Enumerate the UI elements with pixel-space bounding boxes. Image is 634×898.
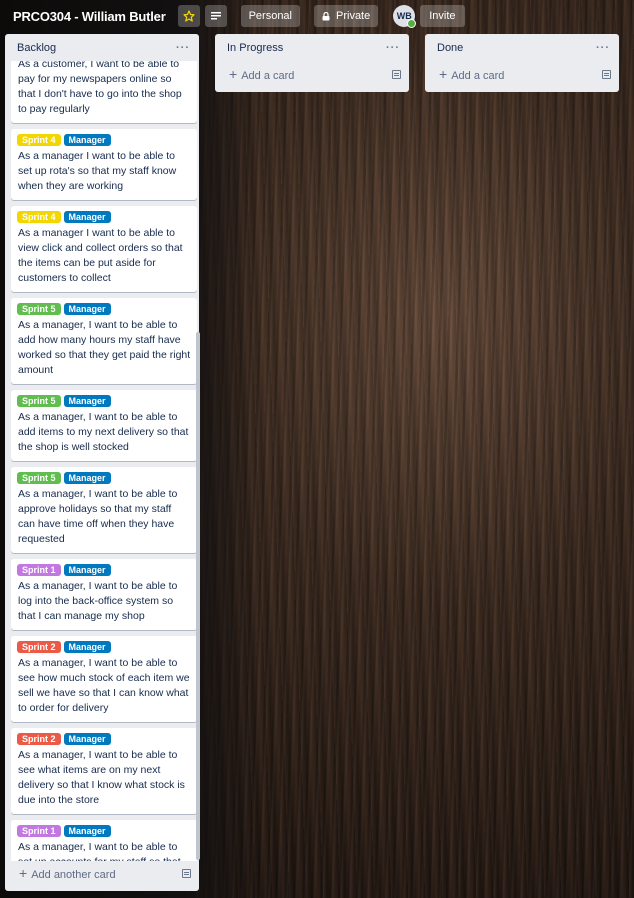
invite-button[interactable]: Invite bbox=[420, 5, 465, 27]
card-label[interactable]: Sprint 4 bbox=[17, 211, 61, 223]
add-card-button[interactable]: + Add another card bbox=[5, 860, 199, 886]
card[interactable]: Sprint 4 Manager As a manager I want to be… bbox=[11, 206, 197, 292]
card-labels: Sprint 1 Manager bbox=[17, 564, 191, 576]
card-title: As a customer, I want to be able to pay … bbox=[18, 61, 182, 115]
add-card-button[interactable]: + Add a card bbox=[215, 61, 409, 87]
card-label[interactable]: Sprint 1 bbox=[17, 564, 61, 576]
card-title: As a manager, I want to be able to see w… bbox=[18, 749, 185, 806]
list-title[interactable]: Done bbox=[437, 42, 463, 54]
card-template-icon[interactable] bbox=[182, 868, 191, 878]
card-label[interactable]: Sprint 2 bbox=[17, 641, 61, 653]
card-label[interactable]: Manager bbox=[63, 825, 111, 837]
list-header[interactable]: Backlog ··· bbox=[5, 34, 199, 61]
card[interactable]: Sprint 2 Manager As a manager, I want to b… bbox=[11, 728, 197, 814]
card-label[interactable]: Manager bbox=[63, 211, 111, 223]
list-title[interactable]: In Progress bbox=[227, 42, 283, 54]
card[interactable]: Sprint 5 Manager As a manager, I want to b… bbox=[11, 467, 197, 553]
card-label[interactable]: Sprint 5 bbox=[17, 472, 61, 484]
list-backlog: Backlog ··· As a customer, I want to be … bbox=[5, 34, 199, 891]
card-label[interactable]: Sprint 4 bbox=[17, 134, 61, 146]
list-header[interactable]: In Progress ··· bbox=[215, 34, 409, 61]
card-label[interactable]: Sprint 5 bbox=[17, 395, 61, 407]
card-title: As a manager, I want to be able to add i… bbox=[18, 411, 189, 453]
list-title[interactable]: Backlog bbox=[17, 42, 56, 54]
list-menu-icon[interactable]: ··· bbox=[386, 42, 400, 54]
card-label[interactable]: Sprint 5 bbox=[17, 303, 61, 315]
star-button[interactable] bbox=[177, 5, 200, 27]
card[interactable]: Sprint 2 Manager As a manager, I want to b… bbox=[11, 636, 197, 722]
card-template-icon[interactable] bbox=[602, 69, 611, 79]
card-labels: Sprint 5 Manager bbox=[17, 472, 191, 484]
card-label[interactable]: Sprint 2 bbox=[17, 733, 61, 745]
private-label: Private bbox=[336, 10, 371, 22]
card-title: As a manager, I want to be able to add h… bbox=[18, 319, 191, 376]
card-title: As a manager, I want to be able to see h… bbox=[18, 657, 190, 714]
board-menu-button[interactable] bbox=[204, 5, 227, 27]
card[interactable]: As a customer, I want to be able to pay … bbox=[11, 61, 197, 123]
list-menu-icon[interactable]: ··· bbox=[596, 42, 610, 54]
private-button[interactable]: Private bbox=[314, 5, 379, 27]
board-title[interactable]: PRCO304 - William Butler bbox=[13, 9, 166, 24]
card-labels: Sprint 1 Manager bbox=[17, 825, 191, 837]
card-labels: Sprint 2 Manager bbox=[17, 641, 191, 653]
card-title: As a manager, I want to be able to set u… bbox=[18, 841, 181, 861]
card-labels: Sprint 5 Manager bbox=[17, 395, 191, 407]
lock-icon bbox=[322, 11, 330, 20]
card-labels: Sprint 4 Manager bbox=[17, 134, 191, 146]
card-title: As a manager, I want to be able to log i… bbox=[18, 580, 178, 622]
card-label[interactable]: Manager bbox=[63, 134, 111, 146]
card-title: As a manager, I want to be able to appro… bbox=[18, 488, 178, 545]
add-card-label: Add a card bbox=[241, 69, 295, 82]
add-card-button[interactable]: + Add a card bbox=[425, 61, 619, 87]
card-label[interactable]: Manager bbox=[63, 733, 111, 745]
card-label[interactable]: Manager bbox=[63, 395, 111, 407]
add-card-label: Add another card bbox=[31, 868, 116, 881]
card-title: As a manager I want to be able to view c… bbox=[18, 227, 183, 284]
list-header[interactable]: Done ··· bbox=[425, 34, 619, 61]
add-card-label: Add a card bbox=[451, 69, 505, 82]
card[interactable]: Sprint 5 Manager As a manager, I want to b… bbox=[11, 298, 197, 384]
plus-icon: + bbox=[229, 65, 238, 82]
card-label[interactable]: Manager bbox=[63, 564, 111, 576]
board-header: PRCO304 - William Butler Personal Privat… bbox=[0, 0, 634, 32]
card-label[interactable]: Manager bbox=[63, 303, 111, 315]
card[interactable]: Sprint 1 Manager As a manager, I want to b… bbox=[11, 820, 197, 861]
scrollbar[interactable] bbox=[196, 332, 200, 860]
card-labels: Sprint 2 Manager bbox=[17, 733, 191, 745]
cards-container: As a customer, I want to be able to pay … bbox=[11, 61, 197, 861]
card[interactable]: Sprint 5 Manager As a manager, I want to b… bbox=[11, 390, 197, 461]
list-in-progress: In Progress ··· + Add a card bbox=[215, 34, 409, 92]
card-template-icon[interactable] bbox=[392, 69, 401, 79]
card-label[interactable]: Manager bbox=[63, 641, 111, 653]
plus-icon: + bbox=[19, 864, 28, 881]
card-labels: Sprint 5 Manager bbox=[17, 303, 191, 315]
plus-icon: + bbox=[439, 65, 448, 82]
card-label[interactable]: Manager bbox=[63, 472, 111, 484]
card-labels: Sprint 4 Manager bbox=[17, 211, 191, 223]
card[interactable]: Sprint 4 Manager As a manager I want to be… bbox=[11, 129, 197, 200]
card-label[interactable]: Sprint 1 bbox=[17, 825, 61, 837]
avatar[interactable]: WB bbox=[393, 5, 417, 28]
card[interactable]: Sprint 1 Manager As a manager, I want to b… bbox=[11, 559, 197, 630]
star-icon bbox=[182, 10, 195, 22]
card-title: As a manager I want to be able to set up… bbox=[18, 150, 177, 192]
list-done: Done ··· + Add a card bbox=[425, 34, 619, 92]
card-list: As a customer, I want to be able to pay … bbox=[5, 61, 199, 861]
list-menu-icon[interactable]: ··· bbox=[176, 42, 190, 54]
personal-button[interactable]: Personal bbox=[240, 5, 300, 27]
menu-lines-icon bbox=[210, 12, 221, 20]
